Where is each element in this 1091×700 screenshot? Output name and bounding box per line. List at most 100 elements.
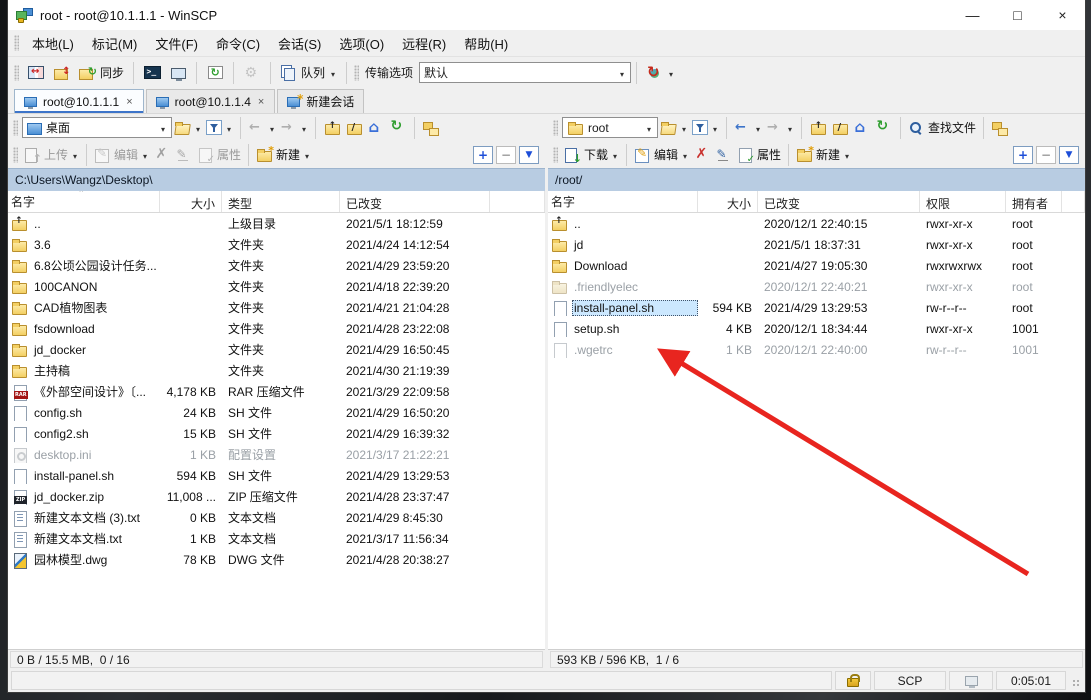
local-back-button[interactable]	[246, 116, 278, 140]
local-select-remove-button[interactable]: −	[496, 146, 516, 164]
open-putty-button[interactable]	[165, 60, 191, 86]
local-delete-button[interactable]	[151, 143, 173, 167]
file-row[interactable]: desktop.ini 1 KB 配置设置 2021/3/17 21:22:21	[8, 444, 545, 465]
download-button[interactable]: 下载	[562, 143, 621, 167]
transfer-preset-combo[interactable]: 默认	[419, 62, 631, 83]
file-row[interactable]: .friendlyelec 2020/12/1 22:40:21 rwxr-xr…	[548, 276, 1085, 297]
file-row[interactable]: 《外部空间设计》〔... 4,178 KB RAR 压缩文件 2021/3/29…	[8, 381, 545, 402]
menu-session[interactable]: 会话(S)	[269, 30, 330, 57]
local-forward-button[interactable]	[278, 116, 310, 140]
remote-location-combo[interactable]: root	[562, 117, 658, 138]
local-open-dir-button[interactable]	[172, 116, 204, 140]
encryption-cell[interactable]	[835, 671, 871, 690]
column-header-owner[interactable]: 拥有者	[1006, 191, 1062, 212]
synchronize-button[interactable]: 同步	[75, 60, 128, 86]
toolbar-grip[interactable]	[13, 120, 18, 136]
protocol-cell[interactable]: SCP	[874, 671, 946, 690]
remote-select-add-button[interactable]: +	[1013, 146, 1033, 164]
local-selection-button[interactable]: ▼	[519, 146, 539, 164]
remote-tree-sync-button[interactable]	[989, 116, 1011, 140]
menu-options[interactable]: 选项(O)	[330, 30, 393, 57]
local-edit-button[interactable]: 编辑	[92, 143, 151, 167]
remote-properties-button[interactable]: 属性	[735, 143, 783, 167]
local-filter-button[interactable]	[204, 116, 235, 140]
tab-new-session[interactable]: 新建会话	[277, 89, 364, 113]
remote-back-button[interactable]	[732, 116, 764, 140]
local-tree-sync-button[interactable]	[420, 116, 442, 140]
local-properties-button[interactable]: 属性	[195, 143, 243, 167]
remote-edit-button[interactable]: 编辑	[632, 143, 691, 167]
preferences-button[interactable]	[239, 60, 265, 86]
column-header-name[interactable]: 名字	[548, 191, 698, 212]
file-row[interactable]: fsdownload 文件夹 2021/4/28 23:22:08	[8, 318, 545, 339]
menu-remote[interactable]: 远程(R)	[393, 30, 455, 57]
file-row[interactable]: config.sh 24 KB SH 文件 2021/4/29 16:50:20	[8, 402, 545, 423]
queue-button[interactable]: 队列	[276, 60, 341, 86]
file-row[interactable]: 园林模型.dwg 78 KB DWG 文件 2021/4/28 20:38:27	[8, 549, 545, 570]
column-header-permissions[interactable]: 权限	[920, 191, 1006, 212]
maximize-button[interactable]: □	[995, 0, 1040, 30]
local-select-add-button[interactable]: +	[473, 146, 493, 164]
menu-help[interactable]: 帮助(H)	[455, 30, 517, 57]
column-header-changed[interactable]: 已改变	[340, 191, 490, 212]
close-tab-icon[interactable]: ×	[125, 96, 133, 108]
remote-root-dir-button[interactable]	[829, 116, 851, 140]
file-row[interactable]: jd 2021/5/1 18:37:31 rwxr-xr-x root	[548, 234, 1085, 255]
remote-select-remove-button[interactable]: −	[1036, 146, 1056, 164]
local-location-combo[interactable]: 桌面	[22, 117, 172, 138]
toolbar-grip[interactable]	[13, 147, 18, 163]
toolbar-grip[interactable]	[354, 65, 359, 81]
file-row[interactable]: 6.8公顷公园设计任务... 文件夹 2021/4/29 23:59:20	[8, 255, 545, 276]
remote-selection-button[interactable]: ▼	[1059, 146, 1079, 164]
file-row[interactable]: 新建文本文档 (3).txt 0 KB 文本文档 2021/4/29 8:45:…	[8, 507, 545, 528]
file-row[interactable]: .wgetrc 1 KB 2020/12/1 22:40:00 rw-r--r-…	[548, 339, 1085, 360]
file-row[interactable]: install-panel.sh 594 KB SH 文件 2021/4/29 …	[8, 465, 545, 486]
remote-path-bar[interactable]: /root/	[548, 168, 1085, 191]
toolbar-grip[interactable]	[553, 147, 558, 163]
file-row[interactable]: 主持稿 文件夹 2021/4/30 21:19:39	[8, 360, 545, 381]
file-row[interactable]: setup.sh 4 KB 2020/12/1 18:34:44 rwxr-xr…	[548, 318, 1085, 339]
local-path-bar[interactable]: C:\Users\Wangz\Desktop\	[8, 168, 545, 191]
synchronize-dirs-button[interactable]	[49, 60, 75, 86]
minimize-button[interactable]: —	[950, 0, 995, 30]
column-header-type[interactable]: 类型	[222, 191, 340, 212]
remote-refresh-button[interactable]	[873, 116, 895, 140]
toolbar-grip[interactable]	[14, 35, 19, 51]
remote-open-dir-button[interactable]	[658, 116, 690, 140]
close-tab-icon[interactable]: ×	[257, 96, 265, 108]
local-rename-button[interactable]	[173, 143, 195, 167]
file-row[interactable]: config2.sh 15 KB SH 文件 2021/4/29 16:39:3…	[8, 423, 545, 444]
column-header-size[interactable]: 大小	[698, 191, 758, 212]
resize-grip[interactable]	[1069, 671, 1083, 690]
menu-local[interactable]: 本地(L)	[23, 30, 83, 57]
file-row[interactable]: jd_docker.zip 11,008 ... ZIP 压缩文件 2021/4…	[8, 486, 545, 507]
remote-rename-button[interactable]	[713, 143, 735, 167]
open-console-button[interactable]	[139, 60, 165, 86]
close-button[interactable]: ×	[1040, 0, 1085, 30]
local-home-dir-button[interactable]	[365, 116, 387, 140]
toolbar-grip[interactable]	[14, 65, 19, 81]
file-row[interactable]: .. 上级目录 2021/5/1 18:12:59	[8, 213, 545, 234]
column-header-name[interactable]: 名字	[8, 191, 160, 212]
menu-commands[interactable]: 命令(C)	[207, 30, 269, 57]
tab-session-1[interactable]: root@10.1.1.1 ×	[14, 89, 144, 113]
local-new-button[interactable]: *新建	[254, 143, 313, 167]
remote-forward-button[interactable]	[764, 116, 796, 140]
session-settings-button[interactable]	[642, 60, 679, 86]
menu-mark[interactable]: 标记(M)	[83, 30, 147, 57]
remote-delete-button[interactable]	[691, 143, 713, 167]
find-files-button[interactable]: 查找文件	[906, 116, 978, 140]
file-row[interactable]: 新建文本文档.txt 1 KB 文本文档 2021/3/17 11:56:34	[8, 528, 545, 549]
file-row[interactable]: .. 2020/12/1 22:40:15 rwxr-xr-x root	[548, 213, 1085, 234]
menu-file[interactable]: 文件(F)	[146, 30, 207, 57]
file-row[interactable]: install-panel.sh 594 KB 2021/4/29 13:29:…	[548, 297, 1085, 318]
local-parent-dir-button[interactable]	[321, 116, 343, 140]
upload-button[interactable]: 上传	[22, 143, 81, 167]
file-row[interactable]: jd_docker 文件夹 2021/4/29 16:50:45	[8, 339, 545, 360]
column-header-changed[interactable]: 已改变	[758, 191, 920, 212]
remote-home-dir-button[interactable]	[851, 116, 873, 140]
local-root-dir-button[interactable]	[343, 116, 365, 140]
local-refresh-button[interactable]	[387, 116, 409, 140]
remote-parent-dir-button[interactable]	[807, 116, 829, 140]
tab-session-2[interactable]: root@10.1.1.4 ×	[146, 89, 276, 113]
